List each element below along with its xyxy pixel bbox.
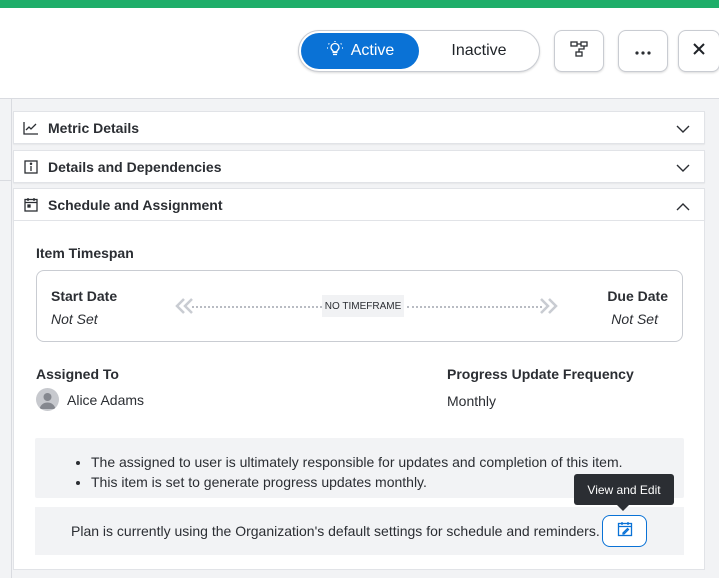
panel-metric-details[interactable]: Metric Details — [13, 111, 705, 144]
inactive-button[interactable]: Inactive — [421, 33, 537, 69]
list-item: This item is set to generate progress up… — [91, 472, 623, 492]
chevron-down-icon — [676, 121, 690, 139]
tooltip-arrow — [617, 505, 629, 511]
assigned-to-label: Assigned To — [36, 366, 119, 382]
frequency-value: Monthly — [447, 393, 497, 409]
header-bar: Active Inactive — [0, 8, 719, 99]
chart-line-icon — [23, 120, 39, 136]
settings-box: Plan is currently using the Organization… — [35, 507, 684, 555]
notes-list: The assigned to user is ultimately respo… — [91, 452, 623, 492]
tooltip: View and Edit — [574, 474, 674, 505]
list-item: The assigned to user is ultimately respo… — [91, 452, 623, 472]
side-rail — [0, 99, 12, 578]
panel-schedule-assignment[interactable]: Schedule and Assignment — [13, 188, 705, 221]
close-button[interactable] — [678, 30, 719, 72]
active-label: Active — [350, 42, 395, 59]
schedule-panel-body: Item Timespan Start Date Not Set NO TIME… — [13, 221, 705, 570]
top-accent-bar — [0, 0, 719, 8]
calendar-icon — [23, 197, 39, 213]
double-chevron-right-icon — [537, 296, 559, 321]
more-options-button[interactable] — [618, 30, 668, 72]
info-icon — [23, 159, 39, 175]
double-chevron-left-icon — [174, 296, 196, 321]
view-edit-button[interactable] — [602, 515, 647, 547]
due-date-label: Due Date — [607, 288, 668, 304]
timeline-dots-left — [192, 306, 322, 308]
hierarchy-button[interactable] — [554, 30, 604, 72]
panel-label: Schedule and Assignment — [48, 196, 223, 213]
calendar-edit-icon — [617, 521, 633, 542]
assigned-to-value: Alice Adams — [67, 392, 145, 408]
chevron-up-icon — [676, 198, 690, 216]
panel-label: Details and Dependencies — [48, 158, 222, 175]
start-date-label: Start Date — [51, 288, 118, 304]
hierarchy-icon — [569, 40, 589, 63]
lightbulb-icon — [326, 40, 344, 63]
close-icon — [693, 42, 705, 60]
start-date-value: Not Set — [51, 311, 98, 327]
panel-label: Metric Details — [48, 119, 140, 136]
timeline-dots-right — [407, 306, 542, 308]
chevron-down-icon — [676, 160, 690, 178]
timespan-box: Start Date Not Set NO TIMEFRAME Due Date… — [36, 270, 683, 342]
side-divider — [0, 180, 12, 181]
timeframe-badge: NO TIMEFRAME — [322, 295, 404, 317]
more-icon — [635, 42, 651, 60]
active-button[interactable]: Active — [301, 33, 419, 69]
frequency-label: Progress Update Frequency — [447, 366, 634, 382]
inactive-label: Inactive — [451, 42, 507, 59]
panel-details-dependencies[interactable]: Details and Dependencies — [13, 150, 705, 183]
active-toggle: Active Inactive — [298, 30, 540, 72]
settings-text: Plan is currently using the Organization… — [71, 523, 600, 539]
due-date-value: Not Set — [611, 311, 658, 327]
timespan-title: Item Timespan — [36, 245, 134, 261]
avatar — [36, 388, 59, 411]
